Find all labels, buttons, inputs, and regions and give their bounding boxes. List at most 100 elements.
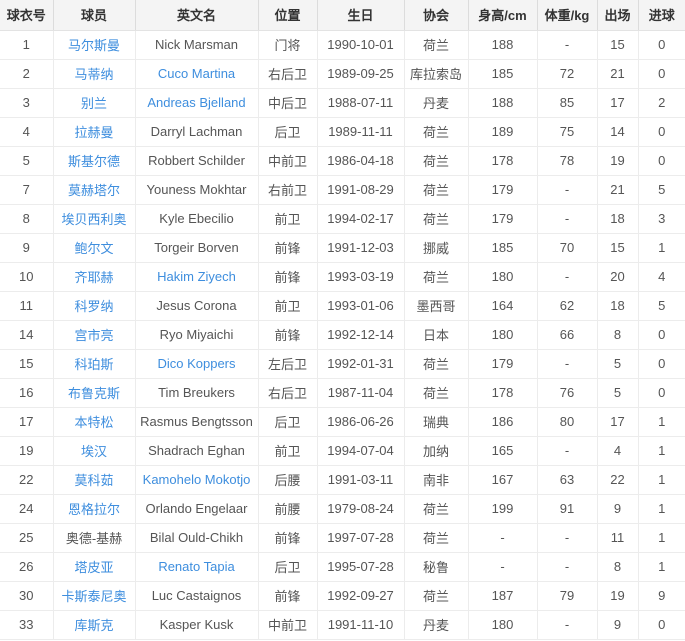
player-name_cn-link[interactable]: 莫科茹 xyxy=(74,473,113,488)
cell-appearances-text: 9 xyxy=(614,501,621,516)
player-name_en-link[interactable]: Renato Tapia xyxy=(158,559,234,574)
player-name_cn-link[interactable]: 鲍尔文 xyxy=(74,241,113,256)
cell-position: 中前卫 xyxy=(258,146,317,175)
player-name_en-link[interactable]: Kamohelo Mokotjo xyxy=(143,472,251,487)
player-name_cn-link[interactable]: 恩格拉尔 xyxy=(68,502,120,517)
cell-birthday: 1987-11-04 xyxy=(317,378,404,407)
cell-goals: 0 xyxy=(638,59,685,88)
cell-birthday-text: 1994-07-04 xyxy=(327,443,394,458)
player-name_cn-link[interactable]: 别兰 xyxy=(81,96,107,111)
cell-height-text: 178 xyxy=(492,385,514,400)
player-name_cn-link[interactable]: 马尔斯曼 xyxy=(68,38,120,53)
cell-height-text: 167 xyxy=(492,472,514,487)
cell-height: 178 xyxy=(468,146,537,175)
player-name_en-link[interactable]: Hakim Ziyech xyxy=(157,269,236,284)
cell-number: 19 xyxy=(0,436,53,465)
cell-appearances-text: 9 xyxy=(614,617,621,632)
player-name_cn-link[interactable]: 埃汉 xyxy=(81,444,107,459)
cell-number-text: 8 xyxy=(23,211,30,226)
cell-name_en: Ryo Miyaichi xyxy=(135,320,258,349)
cell-goals: 1 xyxy=(638,407,685,436)
cell-name_cn: 本特松 xyxy=(53,407,135,436)
cell-weight: 75 xyxy=(537,117,597,146)
cell-birthday: 1990-10-01 xyxy=(317,30,404,59)
cell-number-text: 33 xyxy=(19,617,33,632)
cell-position: 前卫 xyxy=(258,204,317,233)
cell-appearances: 9 xyxy=(597,494,638,523)
cell-name_en: Kyle Ebecilio xyxy=(135,204,258,233)
cell-birthday-text: 1988-07-11 xyxy=(328,95,394,110)
cell-name_en-text: Torgeir Borven xyxy=(154,240,239,255)
cell-weight: 62 xyxy=(537,291,597,320)
cell-appearances: 22 xyxy=(597,465,638,494)
player-name_cn-link[interactable]: 齐耶赫 xyxy=(74,270,113,285)
player-name_cn-link[interactable]: 拉赫曼 xyxy=(74,125,113,140)
player-name_cn-link[interactable]: 塔皮亚 xyxy=(74,560,113,575)
cell-number: 7 xyxy=(0,175,53,204)
column-header-name_en: 英文名 xyxy=(135,0,258,30)
cell-position-text: 左后卫 xyxy=(268,357,307,372)
column-header-name_cn: 球员 xyxy=(53,0,135,30)
player-name_cn-link[interactable]: 库斯克 xyxy=(74,618,113,633)
player-name_en-link[interactable]: Andreas Bjelland xyxy=(147,95,245,110)
cell-appearances-text: 8 xyxy=(614,327,621,342)
cell-weight: 78 xyxy=(537,146,597,175)
cell-weight: - xyxy=(537,262,597,291)
player-name_cn-link[interactable]: 科罗纳 xyxy=(74,299,113,314)
player-name_cn-link[interactable]: 科珀斯 xyxy=(74,357,113,372)
cell-appearances: 9 xyxy=(597,610,638,639)
cell-association-text: 墨西哥 xyxy=(416,299,455,314)
cell-goals: 0 xyxy=(638,349,685,378)
cell-number-text: 3 xyxy=(23,95,30,110)
cell-birthday-text: 1990-10-01 xyxy=(327,37,394,52)
player-row: 2马蒂纳Cuco Martina右后卫1989-09-25库拉索岛1857221… xyxy=(0,59,685,88)
cell-number-text: 10 xyxy=(19,269,33,284)
cell-birthday: 1989-11-11 xyxy=(317,117,404,146)
cell-name_en-text: Rasmus Bengtsson xyxy=(140,414,253,429)
cell-association: 荷兰 xyxy=(404,30,468,59)
cell-birthday-text: 1991-08-29 xyxy=(327,182,394,197)
cell-name_en-text: Kasper Kusk xyxy=(160,617,234,632)
cell-name_cn: 别兰 xyxy=(53,88,135,117)
cell-height-text: 188 xyxy=(492,37,514,52)
player-name_cn-link[interactable]: 本特松 xyxy=(74,415,113,430)
player-name_cn-link[interactable]: 埃贝西利奥 xyxy=(61,212,126,227)
cell-name_cn: 科罗纳 xyxy=(53,291,135,320)
cell-birthday-text: 1986-04-18 xyxy=(327,153,394,168)
cell-name_en: Darryl Lachman xyxy=(135,117,258,146)
player-name_en-link[interactable]: Cuco Martina xyxy=(158,66,235,81)
player-name_cn-link[interactable]: 斯基尔德 xyxy=(68,154,120,169)
cell-appearances: 19 xyxy=(597,581,638,610)
cell-birthday: 1992-09-27 xyxy=(317,581,404,610)
cell-height-text: 180 xyxy=(492,269,514,284)
column-header-weight: 体重/kg xyxy=(537,0,597,30)
cell-number: 30 xyxy=(0,581,53,610)
cell-goals-text: 1 xyxy=(658,472,665,487)
player-name_cn-link[interactable]: 布鲁克斯 xyxy=(68,386,120,401)
cell-position: 右前卫 xyxy=(258,175,317,204)
player-name_cn-link[interactable]: 马蒂纳 xyxy=(74,67,113,82)
player-name_cn-link[interactable]: 卡斯泰尼奥 xyxy=(61,589,126,604)
cell-height-text: - xyxy=(500,530,504,545)
player-name_en-link[interactable]: Dico Koppers xyxy=(157,356,235,371)
cell-name_en: Cuco Martina xyxy=(135,59,258,88)
cell-name_cn: 莫科茹 xyxy=(53,465,135,494)
player-name_cn-link[interactable]: 宫市亮 xyxy=(74,328,113,343)
cell-position-text: 前卫 xyxy=(274,212,300,227)
cell-position: 前腰 xyxy=(258,494,317,523)
cell-birthday-text: 1979-08-24 xyxy=(327,501,394,516)
cell-birthday-text: 1992-01-31 xyxy=(327,356,394,371)
cell-position: 前卫 xyxy=(258,291,317,320)
cell-birthday: 1991-11-10 xyxy=(317,610,404,639)
cell-number: 1 xyxy=(0,30,53,59)
cell-birthday-text: 1993-03-19 xyxy=(327,269,394,284)
cell-name_cn: 马尔斯曼 xyxy=(53,30,135,59)
cell-position-text: 后卫 xyxy=(274,125,300,140)
cell-name_en: Nick Marsman xyxy=(135,30,258,59)
cell-name_en: Bilal Ould-Chikh xyxy=(135,523,258,552)
cell-weight-text: - xyxy=(565,443,569,458)
cell-appearances: 5 xyxy=(597,349,638,378)
cell-height-text: 186 xyxy=(492,414,514,429)
cell-birthday-text: 1995-07-28 xyxy=(327,559,394,574)
player-name_cn-link[interactable]: 莫赫塔尔 xyxy=(68,183,120,198)
